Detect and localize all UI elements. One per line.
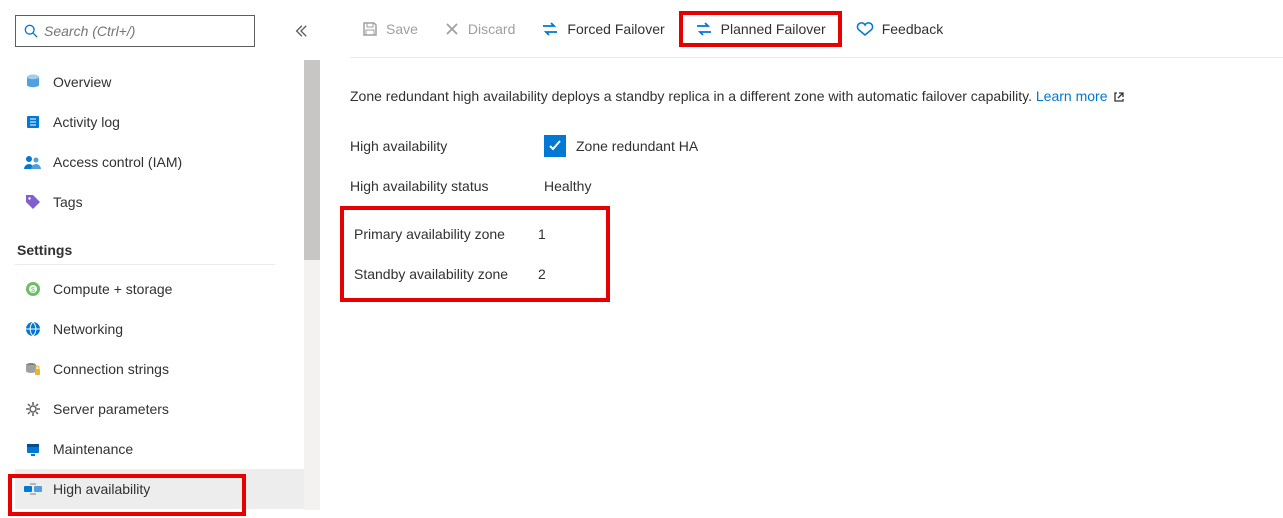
feedback-icon	[856, 21, 874, 37]
form-value: 2	[538, 266, 546, 282]
form-label: High availability status	[350, 178, 544, 194]
search-box[interactable]	[15, 15, 255, 47]
sidebar-item-label: Activity log	[53, 114, 120, 130]
overview-icon	[23, 72, 43, 92]
sidebar-item-compute-storage[interactable]: $ Compute + storage	[15, 269, 285, 309]
sidebar-item-connection-strings[interactable]: Connection strings	[15, 349, 285, 389]
sidebar-scrollbar[interactable]	[304, 60, 320, 510]
toolbar-label: Discard	[468, 21, 515, 37]
main-content: Save Discard Forced Failover Planned Fai…	[320, 0, 1283, 518]
sidebar: Overview Activity log Access control (IA…	[0, 0, 320, 518]
failover-icon	[695, 21, 713, 37]
sidebar-item-label: Networking	[53, 321, 123, 337]
sidebar-item-overview[interactable]: Overview	[15, 62, 285, 102]
failover-icon	[541, 21, 559, 37]
sidebar-item-tags[interactable]: Tags	[15, 182, 285, 222]
svg-text:$: $	[31, 287, 35, 294]
connection-strings-icon	[23, 359, 43, 379]
toolbar-label: Save	[386, 21, 418, 37]
sidebar-item-label: High availability	[53, 481, 150, 497]
checkbox-label: Zone redundant HA	[576, 138, 698, 154]
form-label: Standby availability zone	[354, 266, 538, 282]
sidebar-item-label: Access control (IAM)	[53, 154, 182, 170]
forced-failover-button[interactable]: Forced Failover	[529, 15, 676, 43]
settings-header: Settings	[15, 222, 275, 265]
form-label: Primary availability zone	[354, 226, 538, 242]
sidebar-item-label: Server parameters	[53, 401, 169, 417]
feedback-button[interactable]: Feedback	[844, 15, 955, 43]
sidebar-item-label: Connection strings	[53, 361, 169, 377]
annotation-highlight: Primary availability zone 1 Standby avai…	[340, 206, 610, 302]
sidebar-item-label: Overview	[53, 74, 111, 90]
server-parameters-icon	[23, 399, 43, 419]
sidebar-item-label: Maintenance	[53, 441, 133, 457]
sidebar-item-server-parameters[interactable]: Server parameters	[15, 389, 285, 429]
save-button[interactable]: Save	[350, 15, 430, 43]
form-value: 1	[538, 226, 546, 242]
form-label: High availability	[350, 138, 544, 154]
ha-status-row: High availability status Healthy	[350, 166, 1283, 206]
activity-log-icon	[23, 112, 43, 132]
ha-enabled-row: High availability Zone redundant HA	[350, 126, 1283, 166]
networking-icon	[23, 319, 43, 339]
maintenance-icon	[23, 439, 43, 459]
toolbar: Save Discard Forced Failover Planned Fai…	[350, 0, 1283, 58]
save-icon	[362, 21, 378, 37]
zone-redundant-checkbox[interactable]	[544, 135, 566, 157]
discard-icon	[444, 21, 460, 37]
collapse-sidebar-button[interactable]	[294, 24, 308, 38]
discard-button[interactable]: Discard	[432, 15, 527, 43]
scrollbar-thumb[interactable]	[304, 60, 320, 260]
sidebar-item-label: Tags	[53, 194, 83, 210]
sidebar-item-activity-log[interactable]: Activity log	[15, 102, 285, 142]
standby-zone-row: Standby availability zone 2	[354, 254, 606, 294]
description-text: Zone redundant high availability deploys…	[350, 88, 1283, 104]
learn-more-link[interactable]: Learn more	[1036, 88, 1125, 104]
high-availability-icon	[23, 479, 43, 499]
planned-failover-button[interactable]: Planned Failover	[679, 11, 842, 47]
sidebar-item-label: Compute + storage	[53, 281, 172, 297]
sidebar-item-maintenance[interactable]: Maintenance	[15, 429, 285, 469]
sidebar-item-networking[interactable]: Networking	[15, 309, 285, 349]
compute-storage-icon: $	[23, 279, 43, 299]
access-control-icon	[23, 152, 43, 172]
primary-zone-row: Primary availability zone 1	[354, 214, 606, 254]
form-value: Healthy	[544, 178, 591, 194]
toolbar-label: Feedback	[882, 21, 943, 37]
tags-icon	[23, 192, 43, 212]
toolbar-label: Forced Failover	[567, 21, 664, 37]
sidebar-item-high-availability[interactable]: High availability	[15, 469, 310, 509]
search-input[interactable]	[44, 23, 246, 39]
sidebar-item-access-control[interactable]: Access control (IAM)	[15, 142, 285, 182]
external-link-icon	[1113, 91, 1125, 103]
search-icon	[24, 24, 38, 38]
toolbar-label: Planned Failover	[721, 21, 826, 37]
